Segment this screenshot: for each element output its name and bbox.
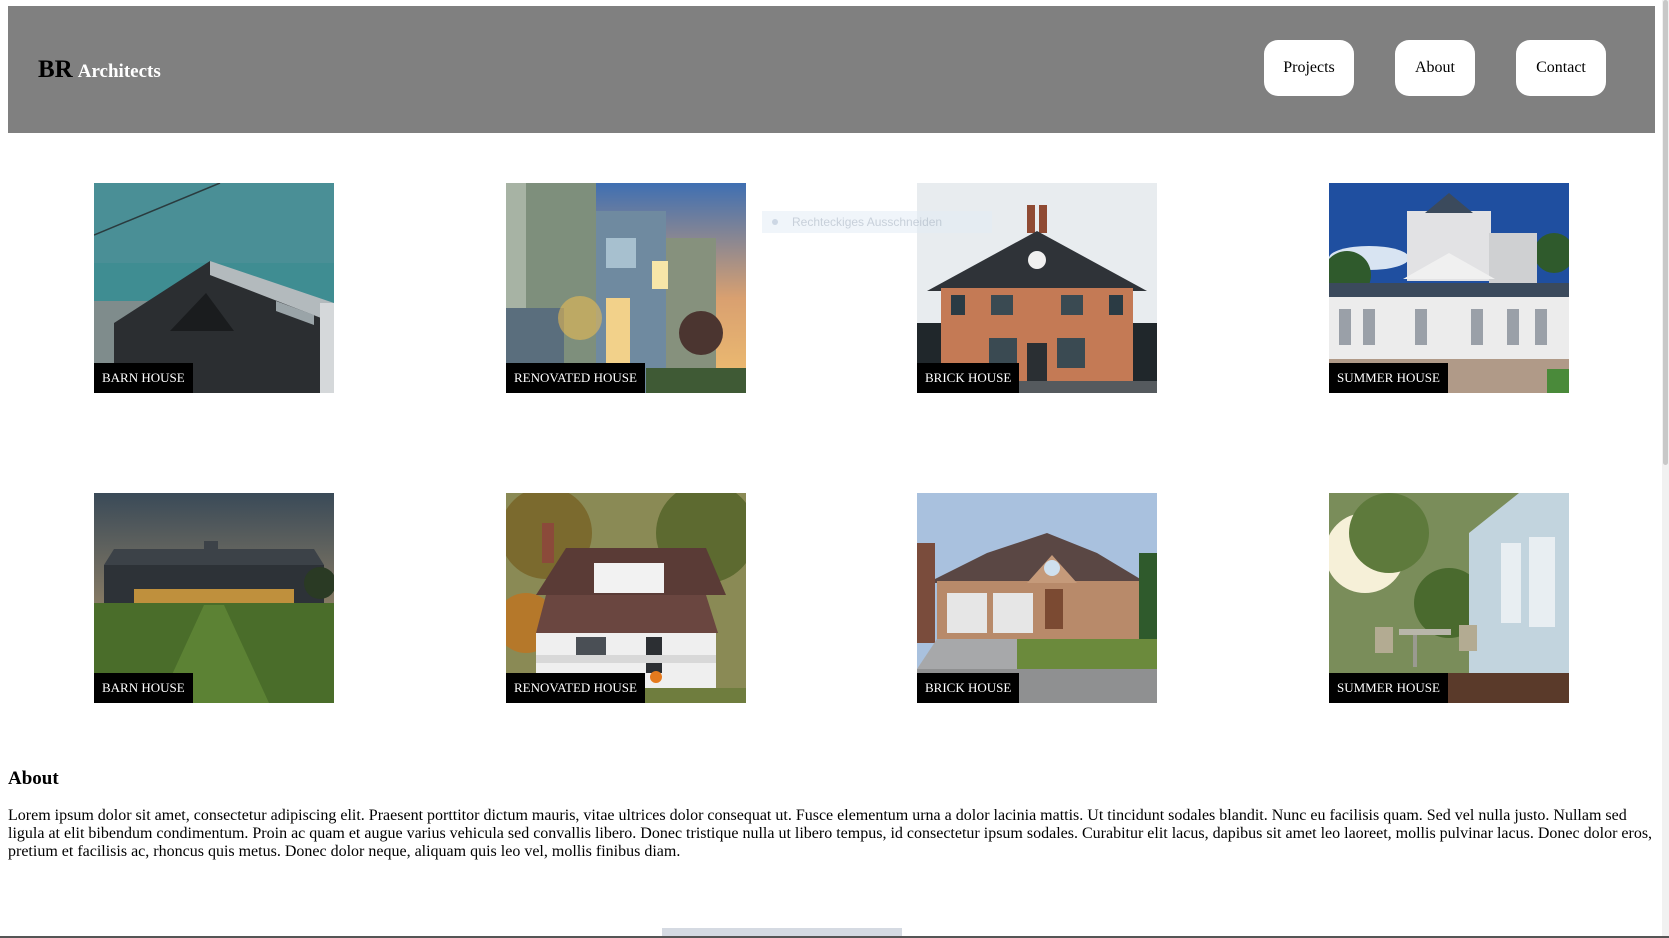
project-caption: BRICK HOUSE xyxy=(917,363,1020,393)
project-caption: RENOVATED HOUSE xyxy=(506,673,645,703)
about-heading: About xyxy=(8,768,59,789)
project-caption: BRICK HOUSE xyxy=(917,673,1020,703)
barn-house-dusk-photo xyxy=(94,493,334,703)
project-card-barn-house-2[interactable]: BARN HOUSE xyxy=(94,493,334,703)
brick-house-suburban-photo xyxy=(917,493,1157,703)
project-card-brick-house-2[interactable]: BRICK HOUSE xyxy=(917,493,1157,703)
project-card-renovated-house-2[interactable]: RENOVATED HOUSE xyxy=(506,493,746,703)
vertical-scrollbar-thumb[interactable] xyxy=(1663,0,1668,465)
logo-br-text: BR xyxy=(38,56,73,83)
site-logo[interactable]: BR Architects xyxy=(38,56,161,84)
summer-house-photo xyxy=(1329,183,1569,393)
nav-about-button[interactable]: About xyxy=(1395,40,1475,96)
nav-contact-button[interactable]: Contact xyxy=(1516,40,1606,96)
bottom-edge-tab xyxy=(662,928,902,936)
project-card-barn-house[interactable]: BARN HOUSE xyxy=(94,183,334,393)
project-caption: SUMMER HOUSE xyxy=(1329,673,1448,703)
renovated-house-autumn-photo xyxy=(506,493,746,703)
nav-projects-button[interactable]: Projects xyxy=(1264,40,1354,96)
snip-tool-tooltip: Rechteckiges Ausschneiden xyxy=(762,211,992,233)
project-card-summer-house[interactable]: SUMMER HOUSE xyxy=(1329,183,1569,393)
project-caption: BARN HOUSE xyxy=(94,363,193,393)
renovated-house-photo xyxy=(506,183,746,393)
about-paragraph: Lorem ipsum dolor sit amet, consectetur … xyxy=(8,807,1653,860)
project-card-summer-house-2[interactable]: SUMMER HOUSE xyxy=(1329,493,1569,703)
project-card-renovated-house[interactable]: RENOVATED HOUSE xyxy=(506,183,746,393)
project-caption: RENOVATED HOUSE xyxy=(506,363,645,393)
site-header: BR Architects Projects About Contact xyxy=(8,6,1655,133)
logo-architects-text: Architects xyxy=(77,61,161,82)
project-caption: SUMMER HOUSE xyxy=(1329,363,1448,393)
project-caption: BARN HOUSE xyxy=(94,673,193,703)
barn-house-photo xyxy=(94,183,334,393)
summer-house-patio-photo xyxy=(1329,493,1569,703)
